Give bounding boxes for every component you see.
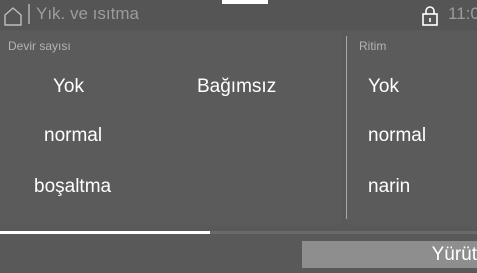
speed-panel: Devir sayısı Yok Bağımsız normal boşaltm… <box>0 31 342 225</box>
speed-option-drain[interactable]: boşaltma <box>34 175 111 199</box>
progress-bar <box>0 231 477 234</box>
program-title: Yık. ve ısıtma <box>36 4 139 23</box>
lock-icon[interactable] <box>421 6 439 26</box>
rhythm-panel: Ritim Yok normal narin <box>347 31 477 225</box>
rhythm-option-gentle[interactable]: narin <box>368 175 410 199</box>
home-icon[interactable] <box>3 6 23 26</box>
header-bar: Yık. ve ısıtma 11:02 <box>0 0 477 30</box>
speed-label: Devir sayısı <box>8 39 71 53</box>
page-indicator <box>222 0 268 4</box>
clock: 11:02 <box>448 4 477 23</box>
title-separator <box>28 4 30 24</box>
progress-fill <box>0 231 210 234</box>
speed-option-independent[interactable]: Bağımsız <box>197 75 276 99</box>
speed-option-none[interactable]: Yok <box>53 75 84 99</box>
rhythm-option-normal[interactable]: normal <box>368 124 426 148</box>
rhythm-option-none[interactable]: Yok <box>368 75 399 99</box>
rhythm-label: Ritim <box>359 39 387 53</box>
speed-option-normal[interactable]: normal <box>44 124 102 148</box>
run-button[interactable]: Yürüt <box>302 241 477 268</box>
